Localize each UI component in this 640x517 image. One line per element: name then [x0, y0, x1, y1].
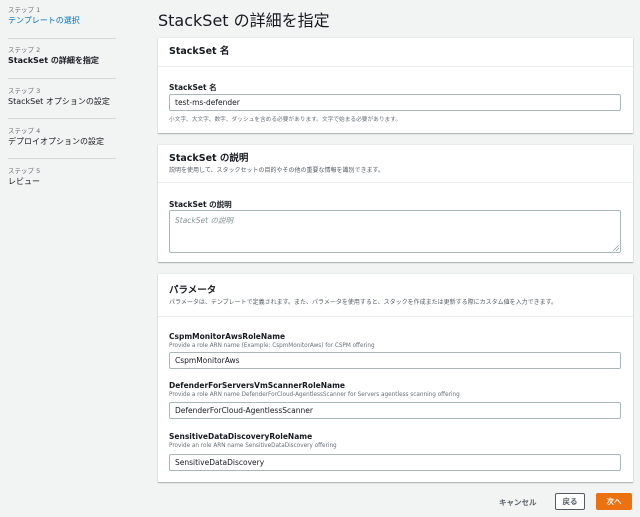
step-number: ステップ 5: [8, 167, 41, 175]
textarea-placeholder: StackSet の説明: [175, 216, 233, 225]
step-divider: [8, 118, 116, 119]
step-number: ステップ 4: [8, 127, 41, 135]
panel-description: パラメータは、テンプレートで定義されます。また、パラメータを使用すると、スタック…: [169, 299, 558, 306]
panel-title: パラメータ: [169, 285, 217, 296]
param-hint: Provide an role ARN name SensitiveDataDi…: [169, 443, 337, 449]
wizard-step-4: ステップ 4 デプロイオプションの設定: [8, 127, 116, 147]
data-discovery-role-input[interactable]: SensitiveDataDiscovery: [169, 454, 621, 471]
step-label[interactable]: テンプレートの選択: [8, 15, 116, 26]
param-name-label: CspmMonitorAwsRoleName: [169, 332, 286, 341]
param-hint: Provide a role ARN name DefenderForCloud…: [169, 392, 460, 398]
stackset-name-panel: StackSet 名 StackSet 名 test-ms-defender 小…: [158, 38, 633, 133]
step-number: ステップ 1: [8, 6, 41, 14]
parameters-panel: パラメータ パラメータは、テンプレートで定義されます。また、パラメータを使用する…: [158, 274, 633, 482]
param-name-label: DefenderForServersVmScannerRoleName: [169, 381, 345, 390]
stackset-name-label: StackSet 名: [169, 83, 217, 92]
back-button[interactable]: 戻る: [555, 493, 585, 510]
stackset-description-panel: StackSet の説明 説明を使用して、スタックセットの目的やその他の重要な情…: [158, 145, 633, 262]
step-number: ステップ 3: [8, 87, 41, 95]
panel-header: StackSet 名: [158, 38, 633, 67]
step-divider: [8, 78, 116, 79]
panel-title: StackSet 名: [169, 46, 230, 57]
cspm-monitor-role-input[interactable]: CspmMonitorAws: [169, 352, 621, 369]
page-title: StackSet の詳細を指定: [158, 11, 330, 30]
panel-header: StackSet の説明 説明を使用して、スタックセットの目的やその他の重要な情…: [158, 145, 633, 183]
step-label: StackSet オプションの設定: [8, 97, 110, 106]
stackset-description-label: StackSet の説明: [169, 200, 232, 209]
panel-title: StackSet の説明: [169, 153, 249, 164]
step-number: ステップ 2: [8, 46, 41, 54]
next-button[interactable]: 次へ: [596, 493, 632, 510]
param-name-label: SensitiveDataDiscoveryRoleName: [169, 432, 313, 441]
step-label: レビュー: [8, 177, 40, 186]
step-divider: [8, 38, 116, 39]
wizard-step-2: ステップ 2 StackSet の詳細を指定: [8, 46, 116, 66]
panel-header: パラメータ パラメータは、テンプレートで定義されます。また、パラメータを使用する…: [158, 274, 633, 317]
param-hint: Provide a role ARN name (Example: CspmMo…: [169, 343, 375, 349]
wizard-step-3: ステップ 3 StackSet オプションの設定: [8, 87, 116, 107]
step-label: デプロイオプションの設定: [8, 137, 104, 146]
step-divider: [8, 158, 116, 159]
vm-scanner-role-input[interactable]: DefenderForCloud-AgentlessScanner: [169, 402, 621, 419]
stackset-description-textarea[interactable]: StackSet の説明: [169, 210, 621, 253]
step-label: StackSet の詳細を指定: [8, 56, 99, 65]
stackset-name-input[interactable]: test-ms-defender: [169, 94, 621, 111]
panel-description: 説明を使用して、スタックセットの目的やその他の重要な情報を識別できます。: [169, 167, 384, 174]
wizard-step-1[interactable]: ステップ 1 テンプレートの選択: [8, 6, 116, 26]
cancel-button[interactable]: キャンセル: [499, 497, 537, 508]
resize-handle-icon[interactable]: [613, 245, 619, 251]
stackset-name-hint: 小文字、大文字、数字、ダッシュを含める必要があります。文字で始まる必要があります…: [169, 117, 402, 123]
wizard-step-5: ステップ 5 レビュー: [8, 167, 116, 187]
